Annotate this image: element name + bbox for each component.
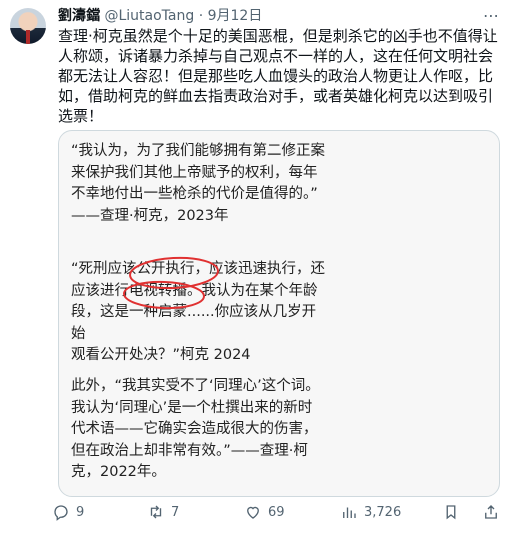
heart-icon <box>247 506 259 519</box>
more-options-icon[interactable]: ⋯ <box>483 8 500 24</box>
quote-2024: “死刑应该公开执行，应该迅速执行，还 应该进行电视转播。我认为在某个年龄 段，这… <box>71 261 326 363</box>
views-button[interactable]: 3,726 <box>340 502 401 522</box>
views-chart-icon <box>343 507 356 518</box>
tweet-actions: 9 7 69 3,726 <box>52 502 502 522</box>
repost-button[interactable]: 7 <box>147 502 179 522</box>
like-count: 69 <box>268 504 285 520</box>
like-button[interactable]: 69 <box>244 502 285 522</box>
tweet-date[interactable]: 9月12日 <box>208 8 263 24</box>
author-handle[interactable]: @LiutaoTang <box>104 8 194 24</box>
bookmark-button[interactable] <box>442 502 460 522</box>
author-name[interactable]: 劉濤鐺 <box>58 8 100 24</box>
quote-2022: 此外，“我其实受不了‘同理心’这个词。 我认为‘同理心’是一个杜撰出来的新时 代… <box>71 378 320 480</box>
avatar[interactable] <box>10 8 46 44</box>
separator-dot: · <box>198 8 204 24</box>
tweet-image[interactable]: “我认为，为了我们能够拥有第二修正案 来保护我们其他上帝赋予的权利，每年 不幸地… <box>58 130 500 497</box>
quote-2023: “我认为，为了我们能够拥有第二修正案 来保护我们其他上帝赋予的权利，每年 不幸地… <box>71 143 326 224</box>
avatar-tie <box>26 30 30 44</box>
tweet-header: 劉濤鐺 @LiutaoTang · 9月12日 <box>58 6 262 26</box>
reply-count: 9 <box>76 504 85 520</box>
repost-icon <box>150 505 162 519</box>
reply-icon <box>54 505 68 521</box>
share-button[interactable] <box>482 502 500 522</box>
reply-button[interactable]: 9 <box>52 502 84 522</box>
view-count: 3,726 <box>364 504 402 520</box>
share-icon <box>485 505 497 519</box>
tweet-text: 查理·柯克虽然是个十足的美国恶棍，但是刺杀它的凶手也不值得让 人称颂，诉诸暴力杀… <box>58 27 498 125</box>
repost-count: 7 <box>171 504 180 520</box>
bookmark-icon <box>446 505 456 520</box>
